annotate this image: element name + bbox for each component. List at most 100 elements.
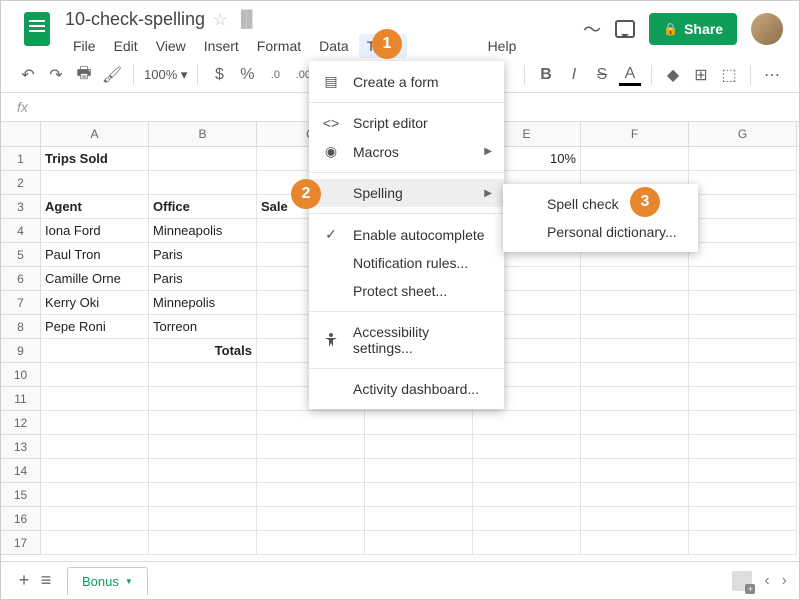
cell[interactable] — [365, 507, 473, 531]
strike-icon[interactable]: S — [591, 64, 613, 86]
cell[interactable] — [689, 243, 797, 267]
menu-help[interactable]: Help — [480, 34, 525, 58]
bold-icon[interactable]: B — [535, 64, 557, 86]
row-header[interactable]: 8 — [1, 315, 41, 339]
cell[interactable]: Camille Orne — [41, 267, 149, 291]
submenu-item-personal-dictionary[interactable]: Personal dictionary... — [503, 218, 698, 246]
cell[interactable] — [41, 507, 149, 531]
row-header[interactable]: 5 — [1, 243, 41, 267]
row-header[interactable]: 10 — [1, 363, 41, 387]
cell[interactable] — [581, 387, 689, 411]
add-sheet-button[interactable]: + — [13, 570, 35, 591]
cell[interactable] — [689, 195, 797, 219]
row-header[interactable]: 2 — [1, 171, 41, 195]
cell[interactable] — [689, 291, 797, 315]
print-icon[interactable]: 🖶 — [73, 64, 95, 86]
cell[interactable] — [473, 435, 581, 459]
col-header-b[interactable]: B — [149, 122, 257, 146]
cell[interactable] — [689, 363, 797, 387]
zoom-select[interactable]: 100% ▾ — [144, 67, 187, 83]
paint-format-icon[interactable]: 🖌 — [101, 64, 123, 86]
cell[interactable] — [689, 339, 797, 363]
menu-item-notification-rules[interactable]: Notification rules... — [309, 249, 504, 277]
italic-icon[interactable]: I — [563, 64, 585, 86]
cell[interactable]: Agent — [41, 195, 149, 219]
cell[interactable] — [149, 507, 257, 531]
cell[interactable] — [149, 459, 257, 483]
sheets-logo[interactable] — [17, 9, 57, 49]
cell[interactable] — [41, 339, 149, 363]
all-sheets-button[interactable]: ≡ — [35, 570, 57, 591]
cell[interactable] — [41, 435, 149, 459]
move-folder-icon[interactable]: ▐▌ — [235, 11, 258, 29]
cell[interactable]: Office — [149, 195, 257, 219]
fill-color-icon[interactable]: ◆ — [662, 64, 684, 86]
row-header[interactable]: 1 — [1, 147, 41, 171]
row-header[interactable]: 14 — [1, 459, 41, 483]
menu-data[interactable]: Data — [311, 34, 357, 58]
menu-item-protect-sheet[interactable]: Protect sheet... — [309, 277, 504, 305]
dec-decimal-icon[interactable]: .0 — [264, 64, 286, 86]
cell[interactable] — [41, 363, 149, 387]
cell[interactable] — [149, 363, 257, 387]
cell[interactable] — [41, 483, 149, 507]
cell[interactable] — [581, 291, 689, 315]
cell[interactable] — [581, 435, 689, 459]
menu-item-spelling[interactable]: Spelling▶ — [309, 179, 504, 207]
cell[interactable] — [689, 219, 797, 243]
cell[interactable] — [365, 411, 473, 435]
cell[interactable] — [257, 435, 365, 459]
cell[interactable] — [473, 507, 581, 531]
cell[interactable] — [257, 507, 365, 531]
cell[interactable] — [689, 531, 797, 555]
cell[interactable] — [41, 387, 149, 411]
avatar[interactable] — [751, 13, 783, 45]
row-header[interactable]: 9 — [1, 339, 41, 363]
col-header-g[interactable]: G — [689, 122, 797, 146]
cell[interactable] — [149, 483, 257, 507]
percent-icon[interactable]: % — [236, 64, 258, 86]
star-icon[interactable]: ☆ — [213, 10, 227, 30]
menu-item-create-form[interactable]: ▤Create a form — [309, 67, 504, 96]
share-button[interactable]: 🔒 Share — [649, 13, 737, 45]
chevron-right-icon[interactable]: › — [782, 572, 787, 590]
cell[interactable] — [689, 435, 797, 459]
row-header[interactable]: 7 — [1, 291, 41, 315]
cell[interactable] — [581, 147, 689, 171]
cell[interactable] — [365, 435, 473, 459]
cell[interactable] — [581, 459, 689, 483]
menu-item-script-editor[interactable]: <>Script editor — [309, 109, 504, 137]
cell[interactable] — [257, 531, 365, 555]
cell[interactable] — [41, 459, 149, 483]
cell[interactable] — [689, 483, 797, 507]
cell[interactable] — [473, 531, 581, 555]
more-icon[interactable]: ⋯ — [761, 64, 783, 86]
row-header[interactable]: 6 — [1, 267, 41, 291]
menu-format[interactable]: Format — [249, 34, 309, 58]
row-header[interactable]: 16 — [1, 507, 41, 531]
chevron-left-icon[interactable]: ‹ — [764, 572, 769, 590]
sheet-tab[interactable]: Bonus▼ — [67, 567, 148, 595]
cell[interactable] — [41, 411, 149, 435]
cell[interactable]: Minnepolis — [149, 291, 257, 315]
cell[interactable] — [257, 459, 365, 483]
cell[interactable]: Paul Tron — [41, 243, 149, 267]
menu-edit[interactable]: Edit — [106, 34, 146, 58]
cell[interactable] — [365, 483, 473, 507]
cell[interactable] — [257, 483, 365, 507]
trend-icon[interactable]: 〜 — [583, 16, 601, 42]
explore-button[interactable] — [732, 571, 752, 591]
row-header[interactable]: 17 — [1, 531, 41, 555]
submenu-item-spell-check[interactable]: Spell check — [503, 190, 698, 218]
cell[interactable] — [581, 339, 689, 363]
cell[interactable] — [257, 411, 365, 435]
cell[interactable] — [473, 411, 581, 435]
col-header-f[interactable]: F — [581, 122, 689, 146]
cell[interactable] — [581, 507, 689, 531]
cell[interactable]: Kerry Oki — [41, 291, 149, 315]
cell[interactable] — [365, 531, 473, 555]
redo-icon[interactable]: ↷ — [45, 64, 67, 86]
cell[interactable] — [149, 387, 257, 411]
row-header[interactable]: 15 — [1, 483, 41, 507]
menu-view[interactable]: View — [148, 34, 194, 58]
